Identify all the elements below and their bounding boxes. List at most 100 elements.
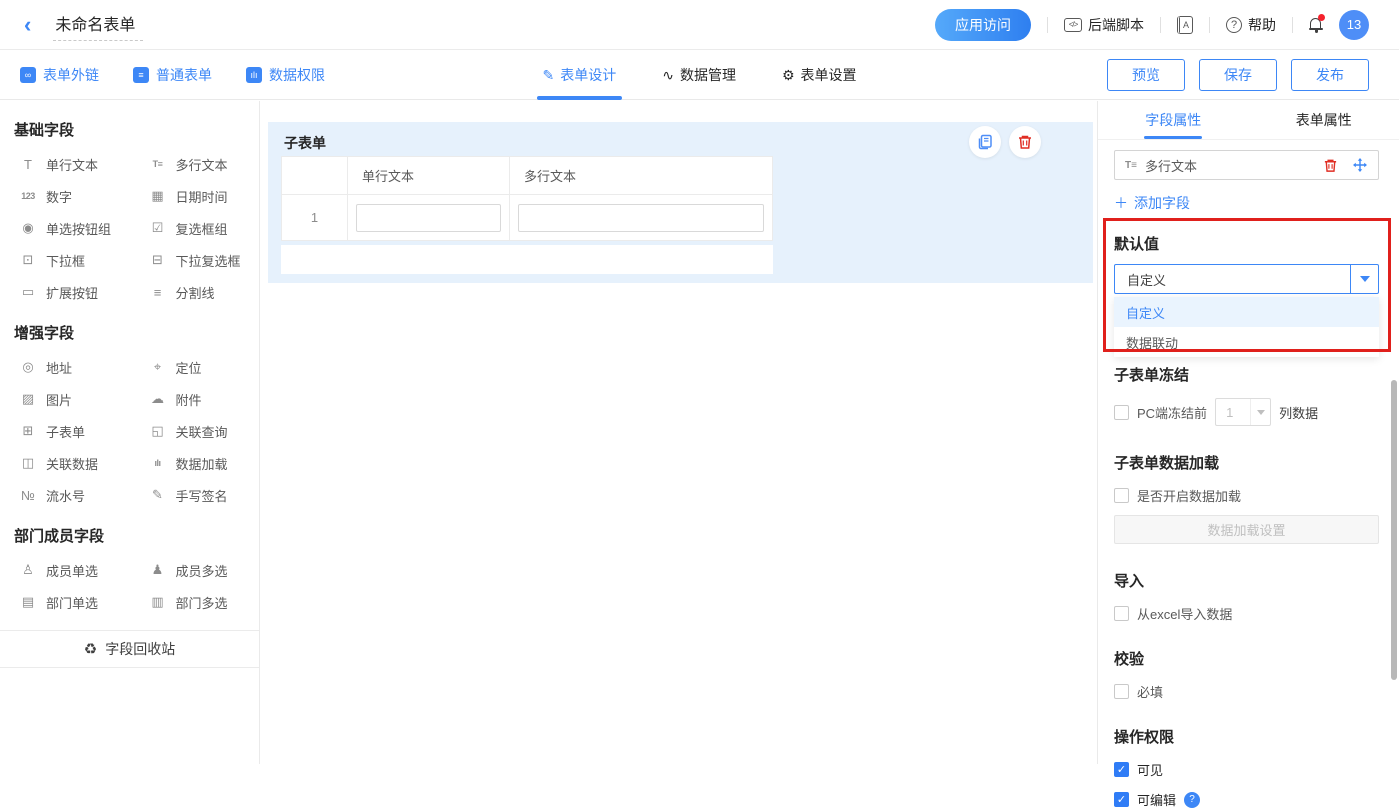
delete-button[interactable]	[1009, 126, 1041, 158]
editable-label: 可编辑	[1137, 790, 1176, 809]
field-item-divider-line[interactable]: ≡分割线	[130, 276, 260, 308]
document-icon: ≡	[133, 67, 149, 83]
form-title[interactable]: 未命名表单	[53, 9, 143, 41]
field-delete-icon[interactable]	[1323, 158, 1338, 173]
multi-line-input[interactable]	[518, 204, 764, 232]
tab-form-design[interactable]: ✎ 表单设计	[542, 50, 616, 100]
field-item-radio-group[interactable]: ◉单选按钮组	[0, 212, 130, 244]
field-label: 附件	[176, 390, 202, 409]
data-load-settings-button[interactable]: 数据加载设置	[1114, 515, 1379, 544]
field-item-related-data[interactable]: ◫关联数据	[0, 447, 130, 479]
mini-caret-zone	[1250, 399, 1270, 425]
data-permission-item[interactable]: ılı 数据权限	[246, 65, 325, 85]
field-item-member-single[interactable]: ♙成员单选	[0, 554, 130, 586]
copy-button[interactable]	[969, 126, 1001, 158]
normal-form-label: 普通表单	[156, 65, 212, 85]
field-item-dropdown[interactable]: ⊡下拉框	[0, 244, 130, 276]
tab-form-settings-label: 表单设置	[801, 65, 857, 85]
field-recycle-bin[interactable]: ♻ 字段回收站	[0, 630, 259, 668]
field-item-dept-single[interactable]: ▤部门单选	[0, 586, 130, 618]
help-button[interactable]: ? 帮助	[1226, 15, 1276, 35]
field-item-positioning[interactable]: ⌖定位	[130, 351, 260, 383]
scrollbar-thumb[interactable]	[1391, 380, 1397, 680]
field-item-image[interactable]: ▨图片	[0, 383, 130, 415]
field-label: 地址	[46, 358, 72, 377]
form-external-link-item[interactable]: ∞ 表单外链	[20, 65, 99, 85]
tab-form-properties[interactable]: 表单属性	[1249, 101, 1399, 139]
tab-data-management[interactable]: ∿ 数据管理	[662, 50, 736, 100]
select-caret-zone	[1350, 265, 1378, 293]
notification-bell-icon[interactable]	[1309, 17, 1323, 32]
app-access-button[interactable]: 应用访问	[935, 9, 1031, 41]
field-label: 复选框组	[176, 219, 228, 238]
editable-checkbox-checked[interactable]: ✓	[1114, 792, 1129, 807]
import-row: 从excel导入数据	[1114, 604, 1379, 623]
field-item-extend-button[interactable]: ▭扩展按钮	[0, 276, 130, 308]
related-query-icon: ◱	[148, 423, 168, 439]
basic-fields-grid: T单行文本 T≡多行文本 123数字 ▦ 日期时间 ◉单选按钮组 ☑复选框组 ⊡下…	[0, 148, 259, 308]
tab-field-properties[interactable]: 字段属性	[1098, 101, 1249, 139]
field-item-single-line-text[interactable]: T单行文本	[0, 148, 130, 180]
field-item-subform[interactable]: ⊞子表单	[0, 415, 130, 447]
form-canvas[interactable]: 子表单 单行文本 多行文本	[261, 101, 1097, 764]
field-item-number[interactable]: 123数字	[0, 180, 130, 212]
help-icon[interactable]: ?	[1184, 792, 1200, 808]
import-checkbox[interactable]	[1114, 606, 1129, 621]
divider	[1292, 17, 1293, 33]
save-button[interactable]: 保存	[1199, 59, 1277, 91]
field-item-dropdown-multi[interactable]: ⊟下拉复选框	[130, 244, 260, 276]
single-line-input[interactable]	[356, 204, 501, 232]
design-icon: ✎	[542, 67, 554, 84]
tab-form-settings[interactable]: ⚙ 表单设置	[782, 50, 857, 100]
field-item-multi-line-text[interactable]: T≡多行文本	[130, 148, 260, 180]
field-item-signature[interactable]: ✎手写签名	[130, 479, 260, 511]
section-basic-fields: 基础字段	[14, 119, 259, 140]
visible-row: ✓ 可见	[1114, 760, 1379, 779]
address-book-icon[interactable]: A	[1177, 16, 1193, 34]
field-item-dept-multi[interactable]: ▥部门多选	[130, 586, 260, 618]
recycle-icon: ♻	[84, 640, 97, 658]
avatar[interactable]: 13	[1339, 10, 1369, 40]
backend-script-button[interactable]: </> 后端脚本	[1064, 15, 1144, 35]
bars-icon: ılı	[246, 67, 262, 83]
field-label: 多行文本	[176, 155, 228, 174]
chevron-down-icon	[1257, 410, 1265, 415]
field-move-icon[interactable]	[1352, 157, 1368, 173]
field-item-serial-number[interactable]: №流水号	[0, 479, 130, 511]
freeze-count-select[interactable]: 1	[1215, 398, 1271, 426]
field-chip-multiline[interactable]: T≡ 多行文本	[1114, 150, 1379, 180]
single-line-text-icon: T	[18, 157, 38, 172]
permissions-title: 操作权限	[1114, 726, 1379, 747]
field-item-data-loading[interactable]: ılı数据加载	[130, 447, 260, 479]
field-item-checkbox-group[interactable]: ☑复选框组	[130, 212, 260, 244]
normal-form-item[interactable]: ≡ 普通表单	[133, 65, 212, 85]
field-item-address[interactable]: ◎地址	[0, 351, 130, 383]
field-item-attachment[interactable]: ☁附件	[130, 383, 260, 415]
dropdown-multi-icon: ⊟	[148, 252, 168, 268]
publish-button[interactable]: 发布	[1291, 59, 1369, 91]
dropdown-option-custom[interactable]: 自定义	[1114, 297, 1379, 327]
add-field-link[interactable]: ＋ 添加字段	[1114, 193, 1379, 213]
freeze-checkbox[interactable]	[1114, 405, 1129, 420]
field-item-member-multi[interactable]: ♟成员多选	[130, 554, 260, 586]
back-icon[interactable]: ‹	[24, 14, 31, 36]
required-checkbox[interactable]	[1114, 684, 1129, 699]
field-label: 成员单选	[46, 561, 98, 580]
field-item-datetime[interactable]: ▦ 日期时间	[130, 180, 260, 212]
trash-icon	[1017, 134, 1033, 150]
field-item-related-query[interactable]: ◱关联查询	[130, 415, 260, 447]
visible-checkbox-checked[interactable]: ✓	[1114, 762, 1129, 777]
subform-block-selected[interactable]: 子表单 单行文本 多行文本	[268, 122, 1093, 283]
index-column-header	[282, 157, 348, 195]
default-value-select[interactable]: 自定义	[1114, 264, 1379, 294]
data-load-checkbox[interactable]	[1114, 488, 1129, 503]
field-label: 成员多选	[176, 561, 228, 580]
calendar-icon: ▦	[148, 188, 168, 204]
selected-value: 自定义	[1115, 270, 1350, 289]
field-label: 日期时间	[176, 187, 228, 206]
freeze-row: PC端冻结前 1 列数据	[1114, 398, 1379, 426]
column-header-multi-line: 多行文本	[510, 157, 773, 195]
freeze-count-value: 1	[1216, 405, 1250, 420]
dropdown-option-data-linkage[interactable]: 数据联动	[1114, 327, 1379, 357]
preview-button[interactable]: 预览	[1107, 59, 1185, 91]
